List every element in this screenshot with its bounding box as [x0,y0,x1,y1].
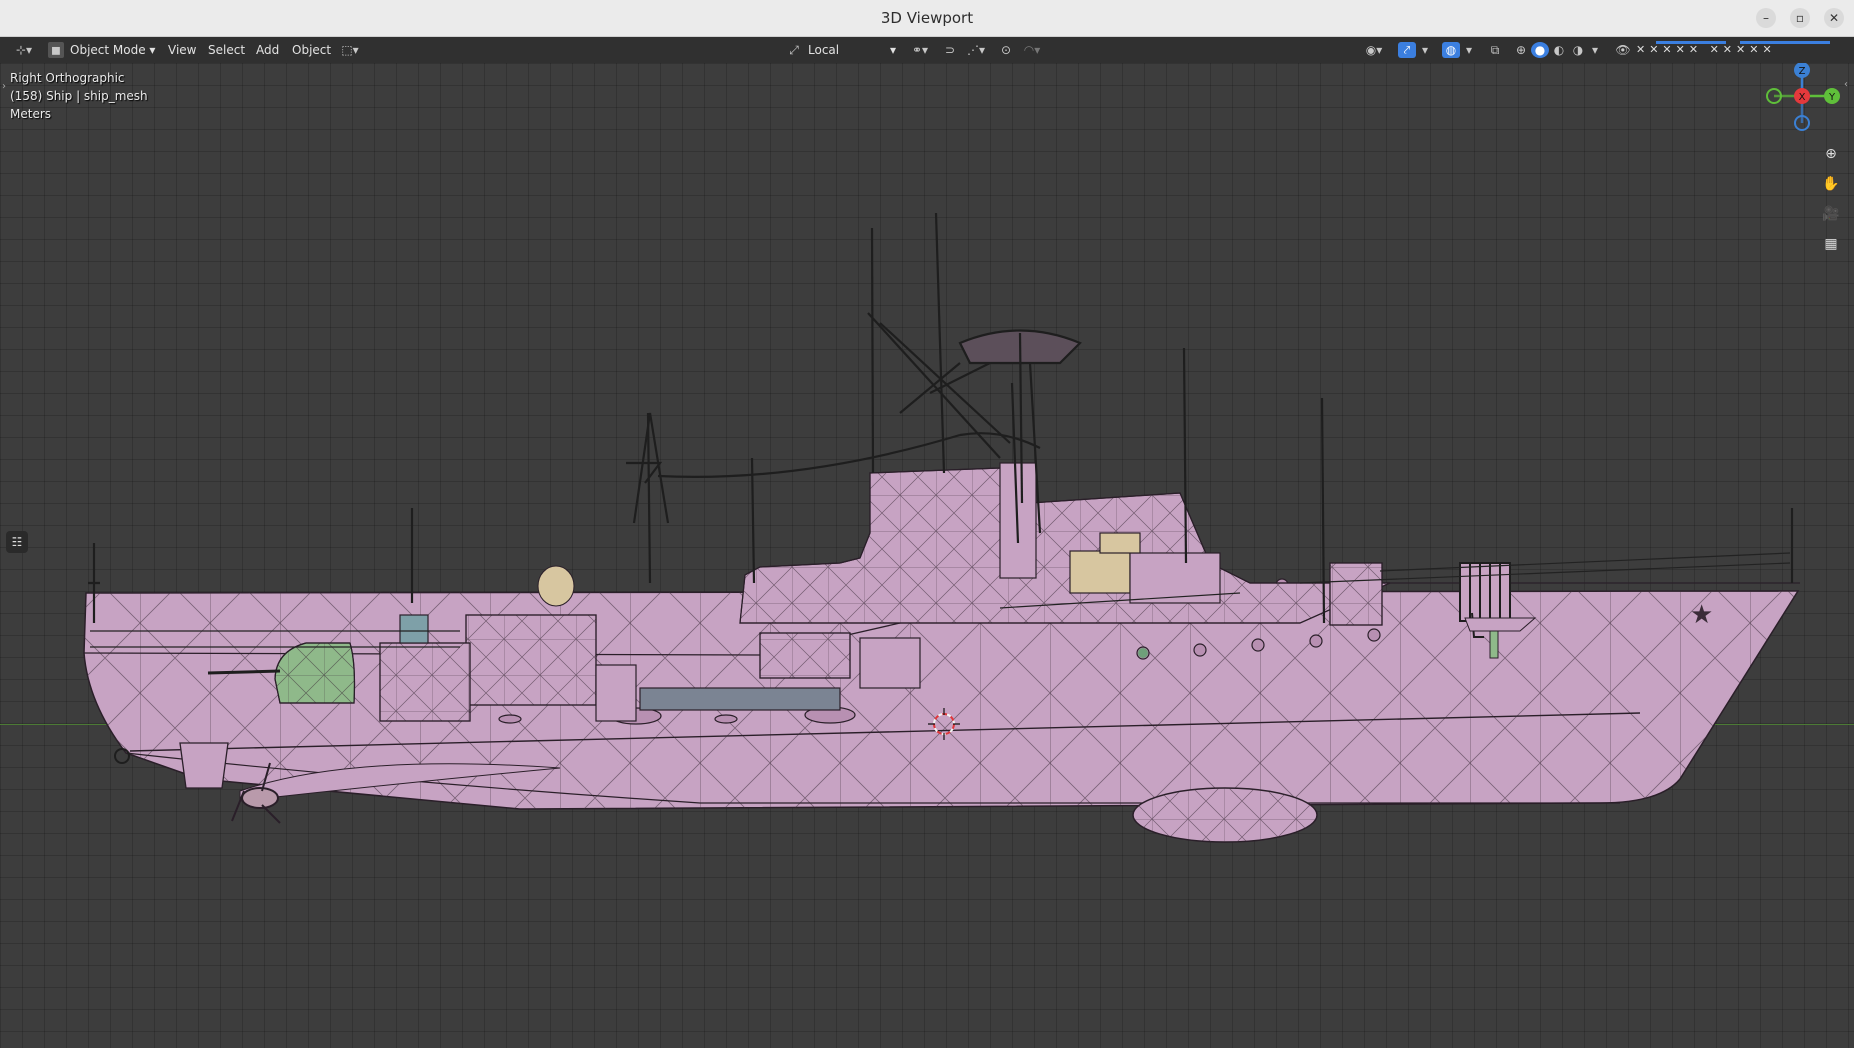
bow-star-emblem: ★ [1690,600,1713,630]
object-mode-dropdown[interactable]: Object Mode ▾ [70,41,155,59]
pan-hand-icon[interactable]: ✋ [1818,171,1844,197]
material-shading-icon[interactable]: ◐ [1550,42,1568,58]
superstructure [739,462,1391,626]
gizmo-dropdown-icon[interactable]: ▾ [1418,42,1432,58]
transform-orientation-icon: ⤢ [789,43,799,57]
rendered-shading-icon[interactable]: ◑ [1569,42,1587,58]
solid-shading-icon[interactable]: ● [1531,42,1549,58]
ship-model[interactable]: ★ [0,63,1854,1048]
menu-select[interactable]: Select [208,41,245,59]
3d-viewport[interactable]: Right Orthographic (158) Ship | ship_mes… [0,63,1854,1048]
wireframe-shading-icon[interactable]: ⊕ [1512,42,1530,58]
collection-toggles[interactable]: ✕✕✕✕✕ ✕✕✕✕✕ [1636,41,1836,59]
gizmo-y-label: Y [1828,92,1836,103]
overlays-icon[interactable]: ◍ [1442,42,1460,58]
minimize-button[interactable]: – [1756,8,1776,28]
close-button[interactable]: ✕ [1824,8,1844,28]
editor-type-icon[interactable]: ⊹▾ [12,42,36,58]
fire-control-radar [537,565,575,607]
falloff-icon[interactable]: ◠▾ [1018,42,1046,58]
transform-orientation-dropdown[interactable]: Local ▾ [808,41,896,59]
transform-orientation-label: Local [808,43,840,57]
overlays-dropdown-icon[interactable]: ▾ [1462,42,1476,58]
menu-object[interactable]: Object [292,41,331,59]
maximize-button[interactable]: ▫ [1790,8,1810,28]
zoom-icon[interactable]: ⊕ [1818,141,1844,167]
window-title: 3D Viewport [880,9,974,27]
camera-icon[interactable]: 🎥 [1818,201,1844,227]
menu-view[interactable]: View [168,41,196,59]
gizmo-z-label: Z [1799,66,1806,77]
shading-dropdown-icon[interactable]: ▾ [1588,42,1602,58]
visibility-icon[interactable]: 👁 [1614,42,1632,58]
xray-icon[interactable]: ⧉ [1486,42,1504,58]
menu-add[interactable]: Add [256,41,279,59]
selectability-icon[interactable]: ◉▾ [1360,42,1388,58]
grid-ortho-icon[interactable]: ▦ [1818,231,1844,257]
rudder [179,742,229,789]
snap-target-icon[interactable]: ⋰▾ [962,42,990,58]
gizmo-icon[interactable]: ⤤ [1398,42,1416,58]
gizmo-x-label: X [1799,92,1806,103]
object-gizmo-dropdown-icon[interactable]: ⬚▾ [336,42,364,58]
object-mode-icon: ◼ [48,42,64,58]
object-mode-label: Object Mode [70,43,146,57]
window-titlebar: 3D Viewport – ▫ ✕ [0,0,1854,37]
pivot-icon[interactable]: ⚭▾ [906,42,934,58]
viewport-header: ⊹▾ ◼ Object Mode ▾ View Select Add Objec… [0,37,1854,63]
snap-icon[interactable]: ⊃ [942,42,958,58]
proportional-edit-icon[interactable]: ⊙ [998,42,1014,58]
